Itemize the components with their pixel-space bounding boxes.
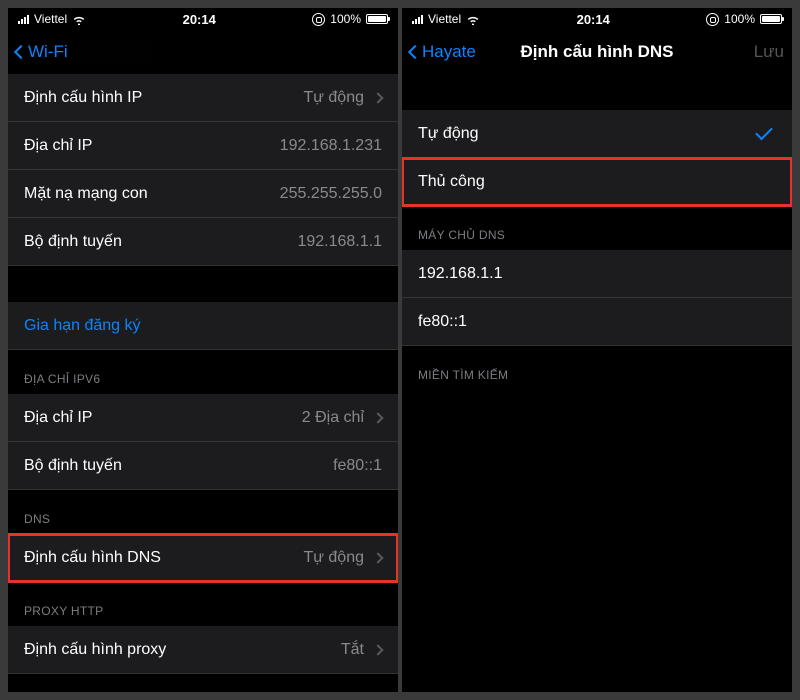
header-dns: DNS (8, 490, 398, 534)
clock-label: 20:14 (480, 12, 706, 27)
header-search-domains: MIỀN TÌM KIẾM (402, 346, 792, 390)
back-button[interactable]: Hayate (410, 42, 476, 62)
screen-wifi-detail: Viettel 20:14 100% Wi-Fi Định cấu hình I… (8, 8, 398, 692)
subnet-value: 255.255.255.0 (280, 185, 382, 203)
back-label: Wi-Fi (28, 42, 68, 62)
row-renew-lease[interactable]: Gia hạn đăng ký (8, 302, 398, 350)
chevron-right-icon (372, 644, 383, 655)
nav-bar: Hayate Định cấu hình DNS Lưu (402, 30, 792, 74)
carrier-label: Viettel (428, 12, 461, 26)
chevron-right-icon (372, 92, 383, 103)
router-value: 192.168.1.1 (297, 233, 382, 251)
dns-manual-label: Thủ công (418, 173, 776, 191)
wifi-icon (72, 14, 86, 25)
row-router: Bộ định tuyến 192.168.1.1 (8, 218, 398, 266)
row-ipv6-router: Bộ định tuyến fe80::1 (8, 442, 398, 490)
status-bar: Viettel 20:14 100% (402, 8, 792, 30)
ip-addr-label: Địa chỉ IP (24, 137, 280, 155)
chevron-left-icon (14, 45, 28, 59)
ipv6-router-value: fe80::1 (333, 457, 382, 475)
router-label: Bộ định tuyến (24, 233, 297, 251)
configure-proxy-label: Định cấu hình proxy (24, 641, 341, 659)
clock-label: 20:14 (86, 12, 312, 27)
redacted-title (80, 38, 150, 66)
signal-icon (412, 15, 423, 24)
save-button[interactable]: Lưu (754, 42, 784, 62)
battery-icon (366, 14, 388, 24)
configure-proxy-value: Tắt (341, 641, 364, 659)
chevron-right-icon (372, 412, 383, 423)
row-dns-manual[interactable]: Thủ công (402, 158, 792, 206)
nav-bar: Wi-Fi (8, 30, 398, 74)
chevron-right-icon (372, 552, 383, 563)
row-ip-address: Địa chỉ IP 192.168.1.231 (8, 122, 398, 170)
row-ip-config[interactable]: Định cấu hình IP Tự động (8, 74, 398, 122)
dns-auto-label: Tự động (418, 125, 756, 143)
configure-dns-label: Định cấu hình DNS (24, 549, 303, 567)
back-label: Hayate (422, 42, 476, 62)
battery-icon (760, 14, 782, 24)
battery-pct-label: 100% (724, 12, 755, 26)
screen-configure-dns: Viettel 20:14 100% Hayate Định cấu hình … (402, 8, 792, 692)
ip-config-label: Định cấu hình IP (24, 89, 303, 107)
header-dns-servers: MÁY CHỦ DNS (402, 206, 792, 250)
dns-server-value: 192.168.1.1 (418, 265, 776, 283)
header-proxy: PROXY HTTP (8, 582, 398, 626)
ip-addr-value: 192.168.1.231 (280, 137, 382, 155)
status-bar: Viettel 20:14 100% (8, 8, 398, 30)
battery-pct-label: 100% (330, 12, 361, 26)
row-configure-dns[interactable]: Định cấu hình DNS Tự động (8, 534, 398, 582)
checkmark-icon (755, 123, 773, 141)
header-ipv6: ĐỊA CHỈ IPV6 (8, 350, 398, 394)
back-button[interactable]: Wi-Fi (16, 42, 68, 62)
ipv6-addr-value: 2 Địa chỉ (302, 409, 364, 427)
ipv6-addr-label: Địa chỉ IP (24, 409, 302, 427)
orientation-lock-icon (312, 13, 325, 26)
wifi-icon (466, 14, 480, 25)
signal-icon (18, 15, 29, 24)
row-ipv6-address[interactable]: Địa chỉ IP 2 Địa chỉ (8, 394, 398, 442)
renew-lease-label: Gia hạn đăng ký (24, 317, 382, 335)
chevron-left-icon (408, 45, 422, 59)
configure-dns-value: Tự động (303, 549, 364, 567)
subnet-label: Mặt nạ mạng con (24, 185, 280, 203)
row-dns-server: 192.168.1.1 (402, 250, 792, 298)
orientation-lock-icon (706, 13, 719, 26)
carrier-label: Viettel (34, 12, 67, 26)
row-dns-automatic[interactable]: Tự động (402, 110, 792, 158)
row-configure-proxy[interactable]: Định cấu hình proxy Tắt (8, 626, 398, 674)
dns-server-value: fe80::1 (418, 313, 776, 331)
ip-config-value: Tự động (303, 89, 364, 107)
row-subnet-mask: Mặt nạ mạng con 255.255.255.0 (8, 170, 398, 218)
ipv6-router-label: Bộ định tuyến (24, 457, 333, 475)
row-dns-server: fe80::1 (402, 298, 792, 346)
